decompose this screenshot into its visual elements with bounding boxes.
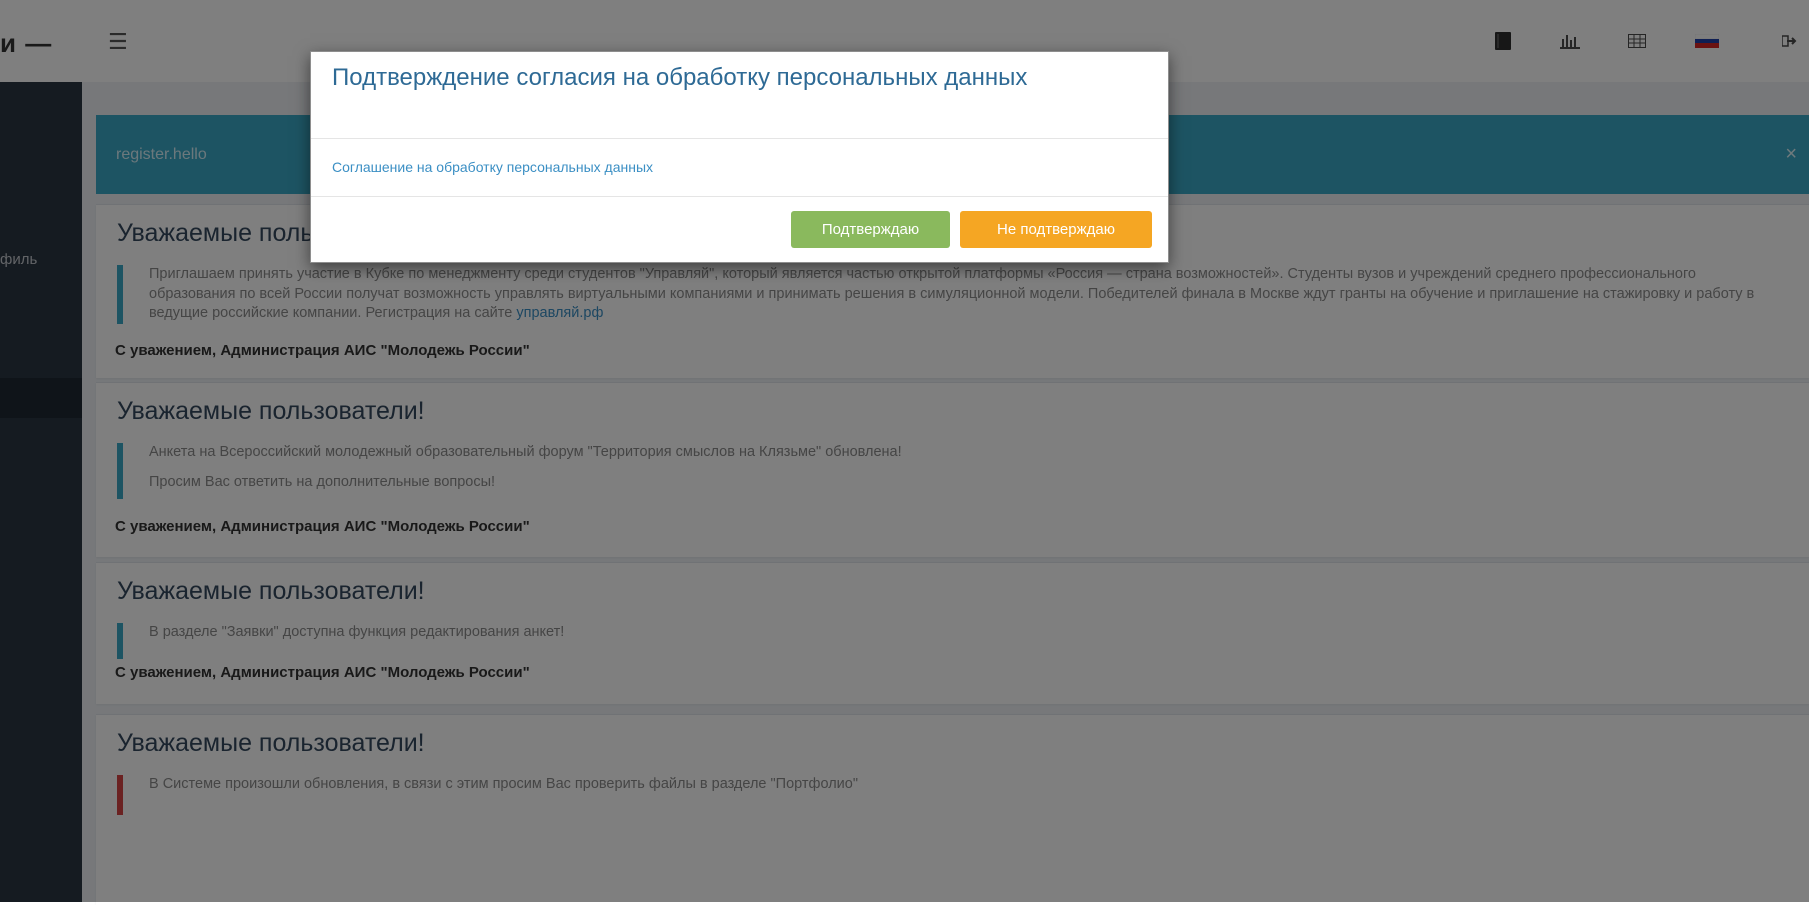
app: и — ☰ филь register.hello × Уважаемые по… <box>0 0 1809 905</box>
agreement-link[interactable]: Соглашение на обработку персональных дан… <box>332 159 653 175</box>
consent-modal: Подтверждение согласия на обработку перс… <box>310 51 1169 263</box>
modal-header: Подтверждение согласия на обработку перс… <box>311 52 1168 139</box>
decline-button[interactable]: Не подтверждаю <box>960 211 1152 248</box>
modal-body: Соглашение на обработку персональных дан… <box>311 139 1168 197</box>
confirm-button[interactable]: Подтверждаю <box>791 211 950 248</box>
modal-title: Подтверждение согласия на обработку перс… <box>332 64 1028 91</box>
